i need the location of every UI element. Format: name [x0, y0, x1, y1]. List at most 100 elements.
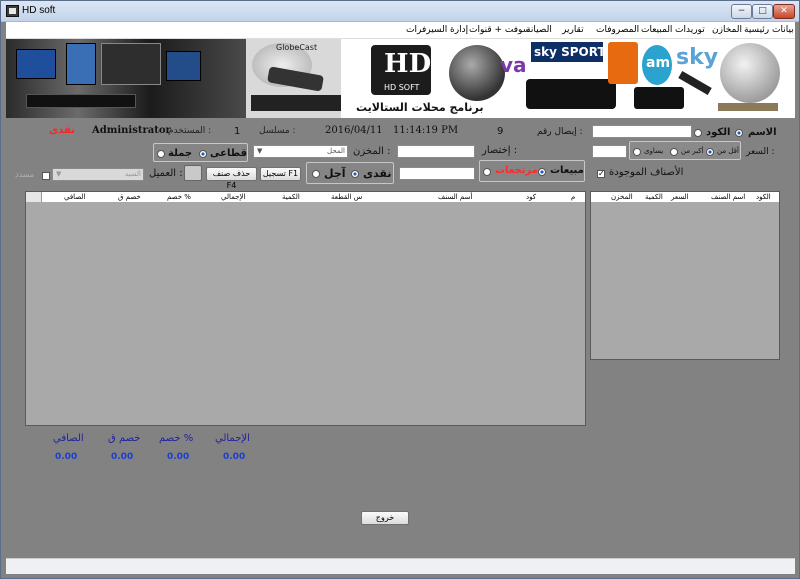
- delete-item-button[interactable]: حذف صنف F4: [206, 167, 257, 190]
- row-header-corner: [26, 192, 42, 202]
- menu-servers[interactable]: إدارة السيرفرات: [406, 25, 468, 35]
- exit-button[interactable]: خروج: [361, 511, 409, 525]
- radio-retail[interactable]: [199, 149, 207, 159]
- payment-group: آجل نقدى: [306, 162, 394, 184]
- radio-greater[interactable]: [670, 147, 678, 157]
- available-items-checkbox[interactable]: ✓: [597, 169, 605, 179]
- side-col-store[interactable]: المخزن: [611, 193, 633, 201]
- col-disc-pct[interactable]: خصم %: [167, 193, 191, 201]
- returns-label: مرتجعات: [495, 165, 538, 176]
- side-col-qty[interactable]: الكمية: [645, 193, 663, 201]
- shortcut-label: إختصار :: [482, 145, 518, 156]
- name-label: الاسم: [748, 127, 777, 138]
- radio-equal[interactable]: [633, 147, 641, 157]
- net-value: 0.00: [55, 452, 78, 462]
- col-qty[interactable]: الكمية: [282, 193, 300, 201]
- price-label: السعر :: [746, 147, 775, 157]
- receiver-icon: [26, 94, 136, 108]
- radio-cash[interactable]: [351, 169, 359, 179]
- user-value: Administrator: [92, 125, 171, 136]
- tv-icon: [16, 49, 56, 79]
- col-index[interactable]: م: [571, 193, 575, 201]
- radio-sales[interactable]: [538, 167, 546, 177]
- dish-base: [718, 103, 778, 111]
- maximize-button[interactable]: □: [752, 4, 773, 19]
- search-name-input[interactable]: [592, 125, 692, 138]
- menu-sales[interactable]: المبيعات: [641, 25, 672, 35]
- retail-label: قطاعى: [210, 148, 247, 159]
- close-button[interactable]: ✕: [773, 4, 795, 19]
- shortcut-input[interactable]: [397, 145, 475, 158]
- user-label: المستخدم :: [168, 126, 212, 136]
- sale-kind-group: جملة قطاعى: [153, 143, 248, 162]
- invoice-grid[interactable]: م كود أسم السنف س القطعة الكمية الإجمالي…: [25, 191, 586, 426]
- sky-logo: sky: [676, 45, 719, 70]
- receipt-label: إيصال رقم :: [537, 127, 583, 137]
- window-title: HD soft: [22, 5, 56, 16]
- menu-expenses[interactable]: المصروفات: [596, 25, 639, 35]
- radio-code[interactable]: [735, 128, 743, 138]
- cash-label: نقدى: [363, 167, 392, 180]
- menu-bar: بيانات رئيسية المخازن توريدات المبيعات ا…: [6, 22, 795, 39]
- sky-sport-text: sky SPORT: [534, 45, 606, 59]
- menu-basic-data[interactable]: بيانات رئيسية: [744, 25, 794, 35]
- radio-name[interactable]: [694, 128, 702, 138]
- total-value: 0.00: [223, 452, 246, 462]
- time-value: 11:14:19 PM: [393, 125, 459, 136]
- side-col-name[interactable]: اسم الصنف: [711, 193, 745, 201]
- code-label: الكود: [706, 127, 731, 138]
- aljazeera-logo: [608, 42, 638, 84]
- radio-less[interactable]: [706, 147, 714, 157]
- tv-icon: [66, 43, 96, 85]
- minimize-button[interactable]: −: [731, 4, 752, 19]
- items-grid[interactable]: الكود اسم الصنف السعر الكمية المخزن: [590, 191, 780, 360]
- menu-reports[interactable]: تقارير: [562, 25, 584, 35]
- col-unit-price[interactable]: س القطعة: [331, 193, 362, 201]
- chevron-down-icon: ▼: [257, 147, 263, 155]
- radio-credit[interactable]: [312, 169, 320, 179]
- side-col-price[interactable]: السعر: [671, 193, 689, 201]
- receiver-icon: [634, 87, 684, 109]
- option-greater: أكبر من: [681, 147, 704, 155]
- side-col-code[interactable]: الكود: [756, 193, 771, 201]
- hd-logo-subtitle: HD SOFT: [384, 83, 420, 92]
- radio-returns[interactable]: [483, 167, 491, 177]
- net-label: الصافي: [53, 433, 84, 444]
- program-title: برنامج محلات الستالايت: [356, 101, 484, 114]
- menu-purchases[interactable]: توريدات: [675, 25, 705, 35]
- status-bar: [6, 558, 795, 574]
- radio-wholesale[interactable]: [157, 149, 165, 159]
- menu-soft-channels[interactable]: سوفت + قنوات: [469, 25, 530, 35]
- price-input[interactable]: [592, 145, 627, 158]
- chevron-down-icon: ▼: [56, 170, 62, 178]
- printer-icon[interactable]: [184, 165, 202, 181]
- col-item-name[interactable]: أسم السنف: [438, 193, 472, 201]
- disc-val-value: 0.00: [111, 452, 134, 462]
- col-net[interactable]: الصافي: [64, 193, 85, 201]
- serial-value: 1: [234, 126, 241, 137]
- receiver-icon: [526, 79, 616, 109]
- tv-icon: [101, 43, 161, 85]
- serial-label: مسلسل :: [259, 126, 296, 136]
- total-label: الإجمالي: [215, 433, 250, 444]
- customer-select[interactable]: ▼ السيد: [52, 168, 144, 181]
- operation-group: مرتجعات مبيعات: [479, 160, 585, 182]
- register-button[interactable]: تسجيل F1: [260, 167, 301, 181]
- customer-label: العميل :: [149, 168, 183, 179]
- satellite-dish-icon: [720, 43, 780, 103]
- col-code[interactable]: كود: [526, 193, 536, 201]
- barcode-input[interactable]: [399, 167, 475, 180]
- satellite-dish-icon: [449, 45, 505, 101]
- header-banner: GlobeCast HD HD SOFT برنامج محلات الستال…: [6, 39, 795, 118]
- app-icon: [6, 5, 19, 17]
- paid-label: مسدد: [15, 170, 35, 179]
- paid-checkbox[interactable]: [42, 171, 50, 181]
- option-equal: يساوى: [644, 147, 664, 155]
- menu-stores[interactable]: المخازن: [712, 25, 742, 35]
- tv-icon: [166, 51, 201, 81]
- wholesale-label: جملة: [168, 148, 193, 159]
- col-total[interactable]: الإجمالي: [221, 193, 245, 201]
- col-disc-val[interactable]: خصم ق: [118, 193, 141, 201]
- store-label: المخزن :: [353, 146, 391, 157]
- store-select[interactable]: ▼ المحل: [253, 145, 348, 158]
